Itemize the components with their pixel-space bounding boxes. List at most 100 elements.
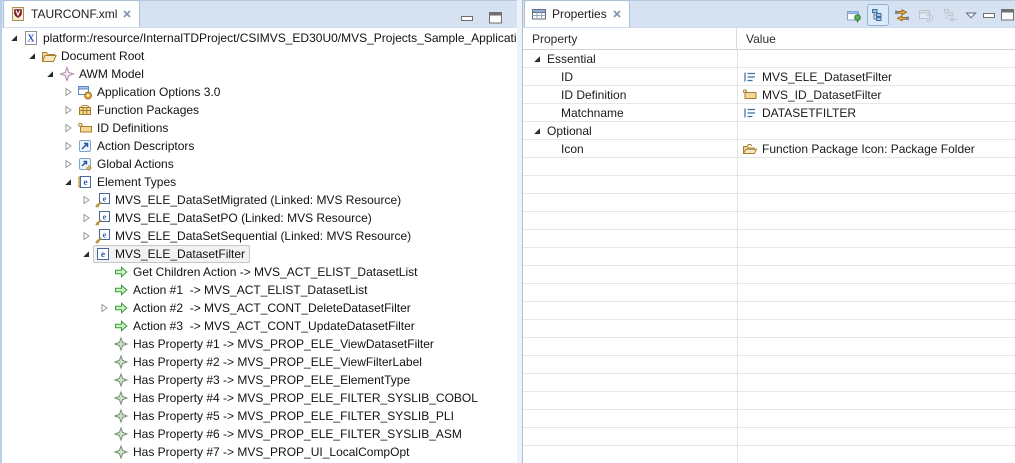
expanded-arrow-icon[interactable] [529,125,544,137]
property-row[interactable]: IconFunction Package Icon: Package Folde… [523,140,1015,158]
column-header-property[interactable]: Property [523,28,737,49]
expanded-arrow-icon[interactable] [6,32,21,44]
editor-tabbar: TAURCONF.xml [2,0,517,28]
has-property-icon [113,444,129,460]
tree-item[interactable]: Global Actions [2,155,517,173]
svg-text:e: e [103,212,107,222]
function-packages-icon [77,102,93,118]
tree-item[interactable]: Has Property #5 -> MVS_PROP_ELE_FILTER_S… [2,407,517,425]
expanded-arrow-icon[interactable] [78,248,93,260]
property-row[interactable]: ID DefinitionMVS_ID_DatasetFilter [523,86,1015,104]
collapsed-arrow-icon[interactable] [96,302,111,314]
property-value-label: DATASETFILTER [762,106,856,120]
collapsed-arrow-icon[interactable] [60,140,75,152]
tab-taurconf-xml[interactable]: TAURCONF.xml [3,0,140,27]
properties-tab-title: Properties [552,7,607,21]
text-property-icon [742,69,758,85]
property-value-cell[interactable]: MVS_ELE_DatasetFilter [737,68,1015,86]
taurconf-file-icon [10,6,26,22]
collapsed-arrow-icon[interactable] [60,104,75,116]
tree-item[interactable]: eMVS_ELE_DataSetPO (Linked: MVS Resource… [2,209,517,227]
show-advanced-properties-button[interactable] [891,4,913,26]
properties-table: EssentialIDMVS_ELE_DatasetFilterID Defin… [523,50,1015,462]
collapsed-arrow-icon[interactable] [78,212,93,224]
property-name-cell: ID Definition [523,86,737,104]
tree-item-label: MVS_ELE_DataSetSequential (Linked: MVS R… [115,229,411,243]
tree-item[interactable]: Action #1 -> MVS_ACT_ELIST_DatasetList [2,281,517,299]
properties-table-icon [531,6,547,22]
tree-item[interactable]: Action #3 -> MVS_ACT_CONT_UpdateDatasetF… [2,317,517,335]
tree-item-label: Element Types [97,175,176,189]
tree-item[interactable]: Function Packages [2,101,517,119]
tree-item-label: Has Property #7 -> MVS_PROP_UI_LocalComp… [133,445,409,459]
tree-item[interactable]: Document Root [2,47,517,65]
filter-tree-icon [942,7,958,23]
tree-item-label: Has Property #3 -> MVS_PROP_ELE_ElementT… [133,373,410,387]
pin-to-selection-button[interactable] [843,4,865,26]
expanded-arrow-icon[interactable] [42,68,57,80]
action-descriptors-icon [77,138,93,154]
tree-item[interactable]: Get Children Action -> MVS_ACT_ELIST_Dat… [2,263,517,281]
tree-item-label: Action Descriptors [97,139,194,153]
minimize-button[interactable] [459,7,475,29]
text-property-icon [742,105,758,121]
property-category-row[interactable]: Essential [523,50,1015,68]
property-row[interactable]: Matchname DATASETFILTER [523,104,1015,122]
property-category-row[interactable]: Optional [523,122,1015,140]
tree-item[interactable]: eMVS_ELE_DataSetMigrated (Linked: MVS Re… [2,191,517,209]
has-property-icon [113,390,129,406]
tree-item[interactable]: eElement Types [2,173,517,191]
element-type-icon: e [95,246,111,262]
id-reference-icon [742,87,758,103]
element-type-linked-icon: e [95,192,111,208]
pin-icon [846,7,862,23]
tree-item[interactable]: Has Property #2 -> MVS_PROP_ELE_ViewFilt… [2,353,517,371]
collapsed-arrow-icon[interactable] [60,86,75,98]
tree-item-label: Action #2 -> MVS_ACT_CONT_DeleteDatasetF… [133,301,411,315]
property-name-cell: Matchname [523,104,737,122]
property-value-cell[interactable] [737,122,1015,140]
maximize-button[interactable] [999,4,1015,26]
tree-item[interactable]: Has Property #4 -> MVS_PROP_ELE_FILTER_S… [2,389,517,407]
tree-item[interactable]: ID Definitions [2,119,517,137]
tree-item-label: ID Definitions [97,121,168,135]
expanded-arrow-icon[interactable] [529,53,544,65]
property-name-cell: ID [523,68,737,86]
close-icon[interactable] [612,9,622,19]
tree-item[interactable]: eMVS_ELE_DatasetFilter [2,245,517,263]
tree-item[interactable]: Has Property #1 -> MVS_PROP_ELE_ViewData… [2,335,517,353]
tree-item[interactable]: Application Options 3.0 [2,83,517,101]
property-row[interactable]: IDMVS_ELE_DatasetFilter [523,68,1015,86]
expanded-arrow-icon[interactable] [24,50,39,62]
collapsed-arrow-icon[interactable] [78,194,93,206]
tree-item[interactable]: eMVS_ELE_DataSetSequential (Linked: MVS … [2,227,517,245]
tree-item-label: platform:/resource/InternalTDProject/CSI… [43,31,517,45]
tree-item-label: Has Property #4 -> MVS_PROP_ELE_FILTER_S… [133,391,478,405]
maximize-button[interactable] [487,7,503,29]
collapsed-arrow-icon[interactable] [78,230,93,242]
restore-default-icon [918,7,934,23]
property-value-cell[interactable]: MVS_ID_DatasetFilter [737,86,1015,104]
minimize-button[interactable] [981,4,997,26]
tree-item-label: Action #3 -> MVS_ACT_CONT_UpdateDatasetF… [133,319,415,333]
collapsed-arrow-icon[interactable] [60,158,75,170]
property-value-cell[interactable]: Function Package Icon: Package Folder [737,140,1015,158]
property-value-cell[interactable] [737,50,1015,68]
action-arrow-icon [113,264,129,280]
expanded-arrow-icon[interactable] [60,176,75,188]
tree-item[interactable]: Has Property #3 -> MVS_PROP_ELE_ElementT… [2,371,517,389]
tree-item[interactable]: Has Property #7 -> MVS_PROP_UI_LocalComp… [2,443,517,461]
tab-properties[interactable]: Properties [524,0,630,27]
show-categories-button[interactable] [867,4,889,26]
has-property-icon [113,426,129,442]
tree-item[interactable]: AWM Model [2,65,517,83]
collapsed-arrow-icon[interactable] [60,122,75,134]
view-menu-button[interactable] [963,4,979,26]
tree-item[interactable]: Has Property #6 -> MVS_PROP_ELE_FILTER_S… [2,425,517,443]
tree-item[interactable]: Action #2 -> MVS_ACT_CONT_DeleteDatasetF… [2,299,517,317]
close-icon[interactable] [122,9,132,19]
tree-item[interactable]: Action Descriptors [2,137,517,155]
property-value-cell[interactable]: DATASETFILTER [737,104,1015,122]
tree-item[interactable]: Xplatform:/resource/InternalTDProject/CS… [2,29,517,47]
column-header-value[interactable]: Value [737,28,1015,49]
